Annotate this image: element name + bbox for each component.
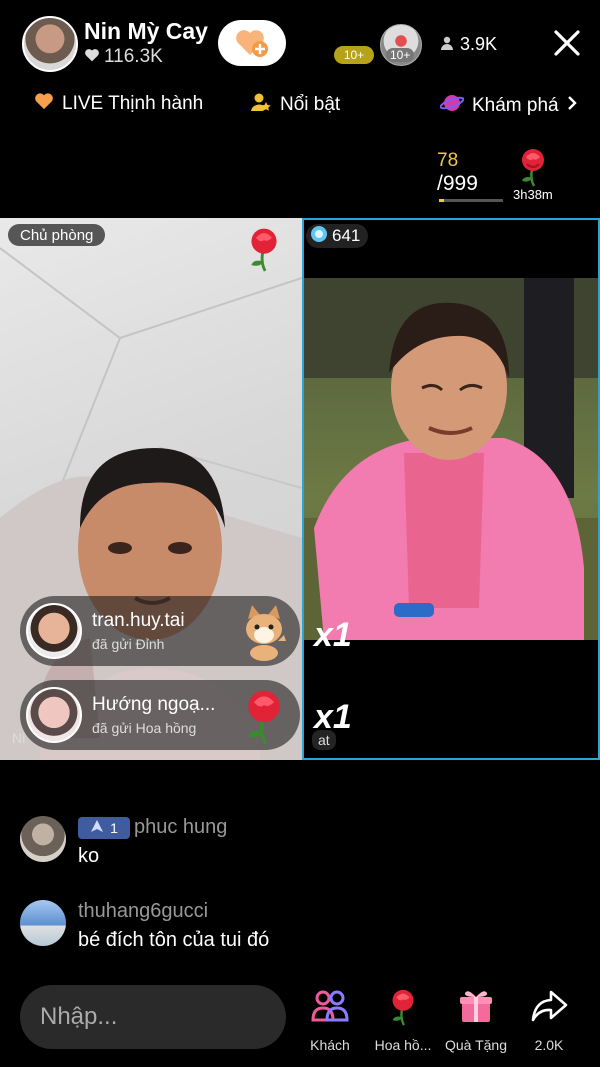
bottom-label: Hoa hồ...: [374, 1037, 432, 1053]
gift-text: Hướng ngoạ... đã gửi Hoa hồng: [92, 694, 234, 736]
avatar: [26, 603, 82, 659]
guests-button[interactable]: Khách: [295, 986, 365, 1053]
goal-timer: 3h38m: [513, 187, 553, 202]
gift-description: đã gửi Hoa hồng: [92, 720, 197, 736]
goal-progress-bar: [439, 199, 503, 202]
opponent-video[interactable]: [302, 218, 600, 760]
gift-username: Hướng ngoạ...: [92, 694, 216, 715]
category-tabs: LIVE Thịnh hành Nổi bật Khám phá: [0, 88, 600, 124]
user-star-icon: [250, 92, 272, 118]
gift-button[interactable]: Quà Tặng: [441, 986, 511, 1053]
avatar: [26, 687, 82, 743]
tab-featured[interactable]: Nổi bật: [250, 92, 340, 118]
gift-description: đã gửi Đỉnh: [92, 636, 165, 652]
gift-notification[interactable]: tran.huy.tai đã gửi Đỉnh: [20, 596, 300, 666]
comment-item[interactable]: thuhang6gucci bé đích tôn của tui đó: [20, 900, 269, 952]
multiplier-label: x1: [314, 616, 352, 654]
coin-icon: [310, 225, 328, 248]
comment-username[interactable]: phuc hung: [134, 816, 227, 839]
host-tag: Chủ phòng: [8, 224, 106, 246]
bottom-label: Khách: [310, 1037, 350, 1053]
comment-username[interactable]: thuhang6gucci: [78, 900, 269, 923]
rank-badge: 1: [78, 816, 130, 839]
comment-input[interactable]: Nhập...: [20, 985, 286, 1049]
arrow-up-icon: [90, 819, 104, 836]
avatar[interactable]: [20, 900, 66, 946]
gift-notification[interactable]: Hướng ngoạ... đã gửi Hoa hồng: [20, 680, 300, 750]
share-button[interactable]: 2.0K: [514, 986, 584, 1053]
tab-live-trending[interactable]: LIVE Thịnh hành: [34, 92, 203, 116]
comment-item[interactable]: 1 phuc hung ko: [20, 816, 227, 868]
tab-label: LIVE Thịnh hành: [62, 93, 204, 114]
rose-gift-icon: [234, 685, 294, 745]
host-likes: 116.3K: [84, 46, 163, 68]
viewer-count-value: 3.9K: [460, 34, 498, 54]
planet-icon: [439, 92, 465, 120]
gift-username: tran.huy.tai: [92, 610, 185, 631]
host-avatar[interactable]: [22, 16, 78, 72]
avatar[interactable]: [20, 816, 66, 862]
chevron-right-icon: [567, 95, 577, 117]
guests-icon: [310, 986, 350, 1031]
tab-label: Khám phá: [472, 95, 559, 116]
rose-icon: [240, 224, 288, 272]
opponent-score-value: 641: [332, 226, 361, 245]
goal-progress-fill: [439, 199, 444, 202]
comment-body: 1 phuc hung ko: [78, 816, 227, 868]
opponent-caption: at: [312, 730, 336, 750]
rose-icon: [383, 986, 423, 1031]
heart-plus-icon: [235, 28, 269, 58]
rank-value: 1: [110, 819, 118, 836]
host-caption: Ni: [12, 730, 26, 746]
rose-icon[interactable]: [512, 145, 554, 187]
host-likes-count: 116.3K: [104, 46, 163, 67]
top-viewer-level: 10+: [386, 48, 415, 62]
comment-text: ko: [78, 845, 100, 867]
viewer-count[interactable]: 3.9K: [440, 34, 497, 55]
comment-body: thuhang6gucci bé đích tôn của tui đó: [78, 900, 269, 952]
tab-label: Nổi bật: [280, 94, 341, 115]
cat-gift-icon: [234, 601, 294, 661]
comment-header: 1 phuc hung: [78, 816, 227, 839]
close-icon[interactable]: [548, 24, 586, 62]
host-video[interactable]: [0, 218, 302, 760]
gift-text: tran.huy.tai đã gửi Đỉnh: [92, 610, 234, 652]
host-name[interactable]: Nin Mỳ Cay: [84, 18, 208, 45]
goal-target: /999: [437, 172, 478, 195]
orange-heart-icon: [34, 92, 54, 116]
bottom-label: 2.0K: [534, 1037, 564, 1053]
opponent-score: 641: [306, 224, 369, 248]
level-badge: 10+: [334, 46, 374, 64]
follow-button[interactable]: [218, 20, 286, 66]
heart-icon: [84, 46, 100, 68]
tab-explore[interactable]: Khám phá: [439, 92, 577, 120]
goal-current: 78: [437, 150, 459, 171]
bottom-label: Quà Tặng: [444, 1037, 507, 1053]
person-icon: [440, 34, 454, 55]
share-icon: [529, 986, 569, 1031]
gift-box-icon: [456, 986, 496, 1031]
opponent-video-frame: [304, 278, 598, 640]
comment-text: bé đích tôn của tui đó: [78, 929, 270, 951]
rose-button[interactable]: Hoa hồ...: [368, 986, 438, 1053]
